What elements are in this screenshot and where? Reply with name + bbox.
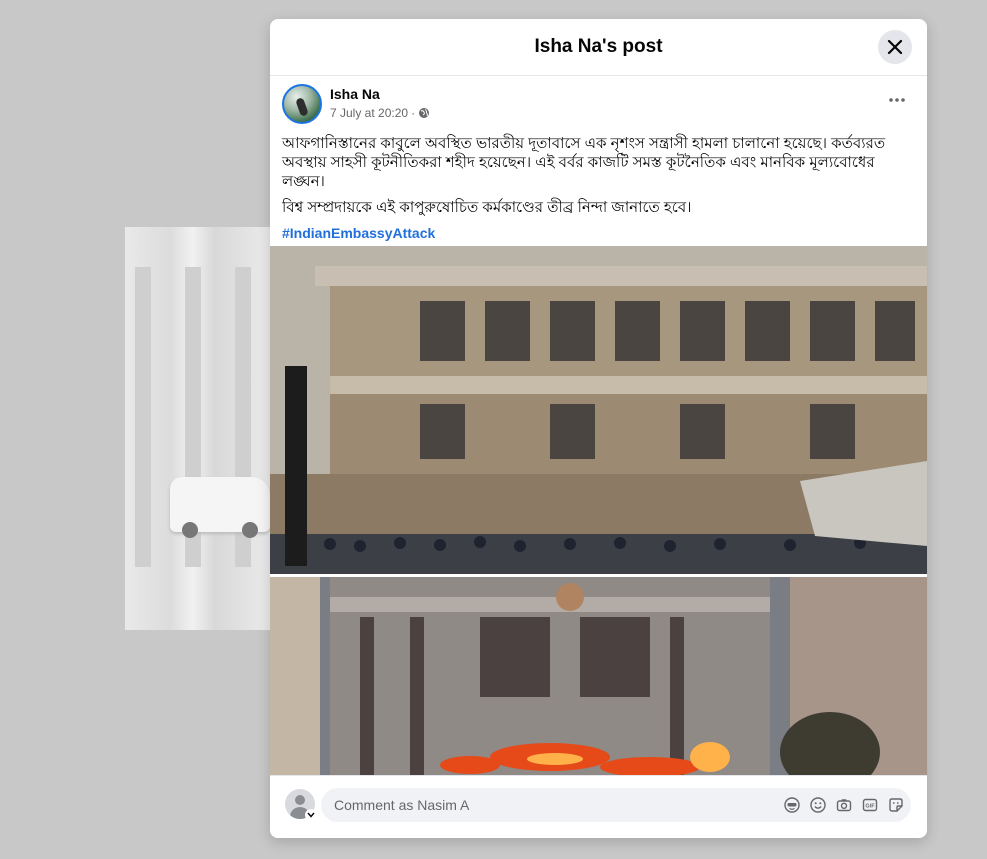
post-meta: 7 July at 20:20 · — [330, 104, 430, 122]
comment-tools: GIF — [783, 796, 905, 814]
author-name[interactable]: Isha Na — [330, 85, 430, 103]
chevron-down-icon — [307, 812, 315, 818]
post-header: Isha Na 7 July at 20:20 · — [270, 76, 927, 134]
comment-input[interactable] — [332, 796, 766, 814]
post-paragraph: আফগানিস্তানের কাবুলে অবস্থিত ভারতীয় দূত… — [282, 135, 886, 190]
modal-header: Isha Na's post — [270, 19, 927, 76]
avatar-sticker-icon — [784, 797, 800, 813]
comment-input-container[interactable]: GIF — [321, 788, 911, 822]
photo-button[interactable] — [835, 796, 853, 814]
avatar-sticker-button[interactable] — [783, 796, 801, 814]
sticker-icon — [889, 798, 903, 812]
globe-icon[interactable] — [418, 107, 430, 119]
more-options-button[interactable] — [883, 90, 911, 110]
commenter-profile-switch[interactable] — [305, 809, 317, 821]
meta-separator: · — [411, 106, 416, 120]
gif-button[interactable]: GIF — [861, 796, 879, 814]
gif-icon: GIF — [862, 798, 878, 812]
background-car-image — [170, 477, 270, 538]
svg-text:GIF: GIF — [865, 804, 875, 810]
camera-icon — [836, 799, 852, 812]
photo-illustration — [270, 246, 927, 574]
background-photo — [125, 227, 275, 630]
post-paragraph: বিশ্ব সম্প্রদায়কে এই কাপুরুষোচিত কর্মকা… — [282, 199, 692, 216]
post-photo-damaged-building[interactable] — [270, 246, 927, 574]
author-avatar[interactable] — [282, 84, 322, 124]
comment-bar: GIF — [270, 775, 927, 838]
photo-illustration — [270, 577, 927, 776]
emoji-icon — [810, 797, 826, 813]
post-photo-burning-building[interactable] — [270, 577, 927, 776]
hashtag-link[interactable]: #IndianEmbassyAttack — [282, 224, 435, 243]
close-button[interactable] — [878, 30, 912, 64]
post-content: Isha Na 7 July at 20:20 · আফগানিস্তানের … — [270, 76, 927, 776]
post-timestamp[interactable]: 7 July at 20:20 — [330, 104, 408, 122]
more-options-icon — [889, 98, 905, 102]
post-text: আফগানিস্তানের কাবুলে অবস্থিত ভারতীয় দূত… — [270, 134, 927, 243]
sticker-button[interactable] — [887, 796, 905, 814]
modal-title: Isha Na's post — [534, 36, 663, 57]
post-modal: Isha Na's post Isha Na 7 July at 20:20 · — [270, 19, 927, 838]
close-icon — [887, 39, 903, 55]
emoji-button[interactable] — [809, 796, 827, 814]
